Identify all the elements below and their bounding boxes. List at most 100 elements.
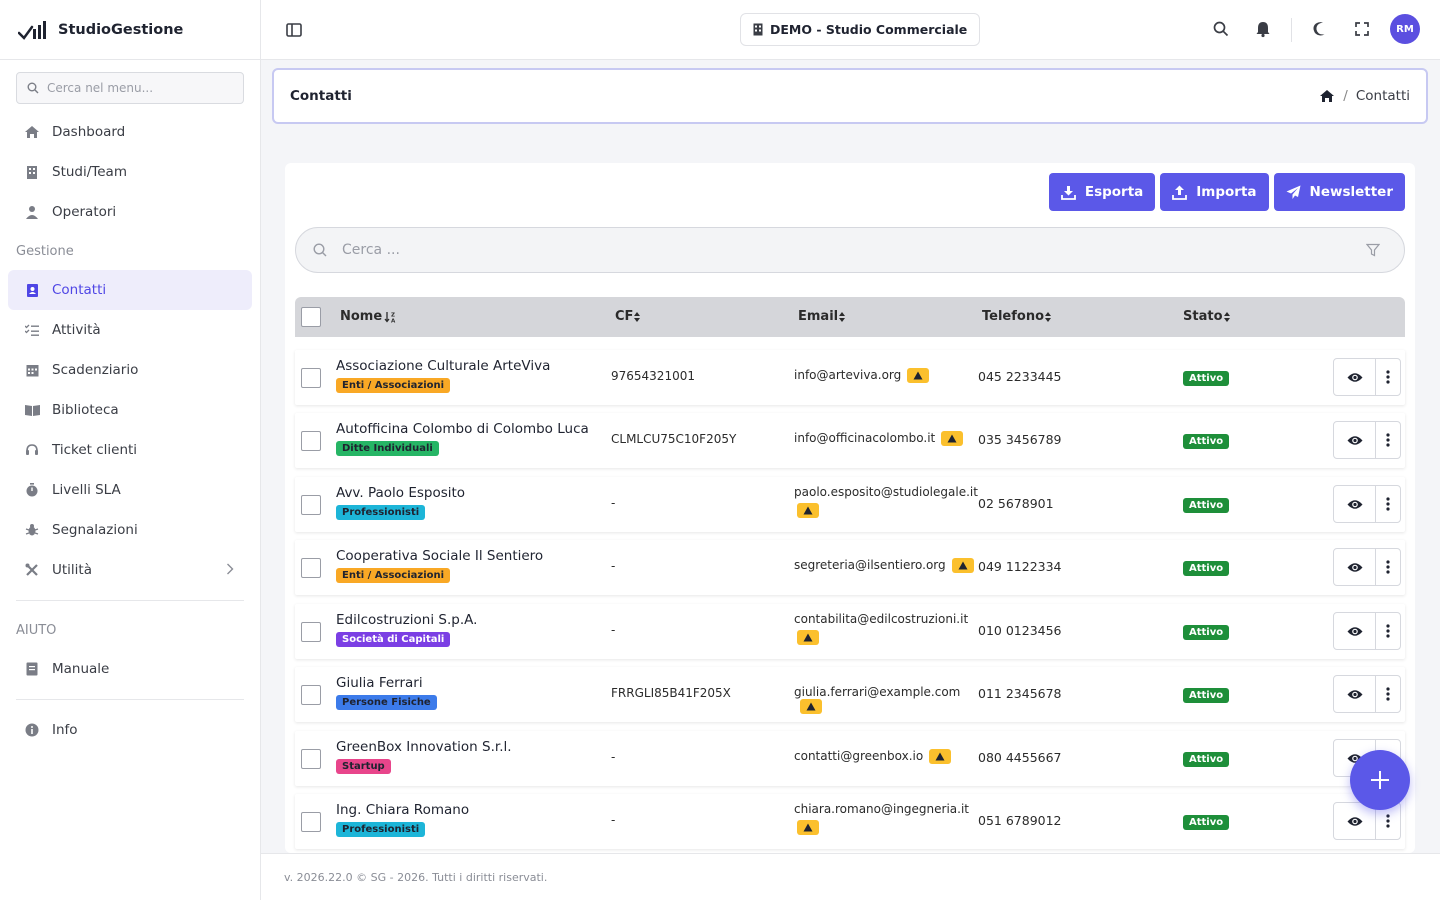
contact-name[interactable]: Avv. Paolo Esposito [336, 485, 465, 501]
manual-icon [24, 661, 40, 677]
home-icon[interactable] [1319, 89, 1335, 103]
paper-plane-icon [1286, 185, 1301, 199]
info-icon [24, 722, 40, 738]
section-aiuto: AIUTO [16, 622, 57, 638]
sidebar-item-scadenziario[interactable]: Scadenziario [8, 350, 252, 390]
contacts-search-input[interactable] [342, 242, 1322, 258]
column-header-name[interactable]: Nome ZA [340, 309, 398, 324]
contact-name[interactable]: Associazione Culturale ArteViva [336, 358, 550, 374]
calendar-icon [24, 362, 40, 378]
contact-name[interactable]: Autofficina Colombo di Colombo Luca [336, 421, 589, 437]
table-row[interactable]: Autofficina Colombo di Colombo Luca Ditt… [295, 413, 1405, 468]
phone-cell: 051 6789012 [978, 813, 1062, 828]
sidebar-item-info[interactable]: Info [8, 710, 252, 750]
add-contact-button[interactable] [1350, 750, 1410, 810]
sidebar-item-livelli-sla[interactable]: Livelli SLA [8, 470, 252, 510]
cf-cell: - [611, 496, 616, 510]
table-row[interactable]: Associazione Culturale ArteViva Enti / A… [295, 350, 1405, 405]
sidebar-item-operatori[interactable]: Operatori [8, 192, 252, 232]
row-checkbox[interactable] [301, 495, 321, 515]
table-row[interactable]: Ing. Chiara Romano Professionisti - chia… [295, 794, 1405, 849]
footer-text: v. 2026.22.0 © SG - 2026. Tutti i diritt… [284, 870, 548, 884]
building-icon [753, 23, 763, 36]
sidebar-item-studi-team[interactable]: Studi/Team [8, 152, 252, 192]
column-header-status[interactable]: Stato [1183, 309, 1231, 324]
kebab-menu-icon [1386, 687, 1390, 701]
topbar: DEMO - Studio Commerciale RM [261, 0, 1440, 60]
contact-name[interactable]: Cooperativa Sociale Il Sentiero [336, 548, 543, 564]
view-button[interactable] [1334, 549, 1376, 585]
menu-search-input[interactable] [47, 81, 227, 95]
more-options-button[interactable] [1376, 422, 1400, 458]
import-button[interactable]: Importa [1160, 173, 1269, 211]
contacts-search[interactable] [295, 227, 1405, 273]
contact-name[interactable]: Ing. Chiara Romano [336, 802, 469, 818]
row-checkbox[interactable] [301, 812, 321, 832]
bell-icon[interactable] [1254, 20, 1272, 38]
email-value: contatti@greenbox.io [794, 749, 924, 763]
contact-name[interactable]: Giulia Ferrari [336, 675, 437, 691]
filter-icon[interactable] [1366, 243, 1380, 257]
row-checkbox[interactable] [301, 558, 321, 578]
sidebar-item-contatti[interactable]: Contatti [8, 270, 252, 310]
contact-name[interactable]: Edilcostruzioni S.p.A. [336, 612, 477, 628]
row-checkbox[interactable] [301, 368, 321, 388]
column-header-email[interactable]: Email [798, 309, 846, 324]
menu-search[interactable] [16, 72, 244, 104]
avatar[interactable]: RM [1390, 14, 1420, 44]
sidebar-item-attivita[interactable]: Attività [8, 310, 252, 350]
sidebar-item-label: Dashboard [52, 124, 126, 140]
more-options-button[interactable] [1376, 549, 1400, 585]
email-cell: giulia.ferrari@example.com [794, 685, 974, 714]
email-value: info@arteviva.org [794, 368, 902, 382]
sidebar-item-manuale[interactable]: Manuale [8, 649, 252, 689]
moon-icon[interactable] [1311, 20, 1329, 38]
table-row[interactable]: Avv. Paolo Esposito Professionisti - pao… [295, 477, 1405, 532]
phone-cell: 035 3456789 [978, 432, 1062, 447]
row-checkbox[interactable] [301, 431, 321, 451]
more-options-button[interactable] [1376, 359, 1400, 395]
contact-name[interactable]: GreenBox Innovation S.r.l. [336, 739, 512, 755]
contact-card-icon [24, 282, 40, 298]
svg-text:A: A [391, 318, 396, 323]
view-button[interactable] [1334, 613, 1376, 649]
sidebar-item-utilita[interactable]: Utilità [8, 550, 252, 590]
brand[interactable]: StudioGestione [0, 0, 260, 60]
book-icon [24, 402, 40, 418]
more-options-button[interactable] [1376, 486, 1400, 522]
more-options-button[interactable] [1376, 676, 1400, 712]
cf-cell: - [611, 559, 616, 573]
sidebar-item-dashboard[interactable]: Dashboard [8, 112, 252, 152]
eye-icon [1347, 562, 1362, 572]
footer: v. 2026.22.0 © SG - 2026. Tutti i diritt… [261, 853, 1440, 900]
sidebar-item-ticket-clienti[interactable]: Ticket clienti [8, 430, 252, 470]
view-button[interactable] [1334, 422, 1376, 458]
table-row[interactable]: Edilcostruzioni S.p.A. Società di Capita… [295, 604, 1405, 659]
select-all-checkbox[interactable] [301, 307, 321, 327]
table-row[interactable]: Giulia Ferrari Persone Fisiche FRRGLI85B… [295, 667, 1405, 722]
email-value: contabilita@edilcostruzioni.it [794, 612, 969, 626]
category-tag: Startup [336, 759, 391, 774]
column-header-phone[interactable]: Telefono [982, 309, 1052, 324]
studio-name: DEMO - Studio Commerciale [770, 22, 968, 37]
row-checkbox[interactable] [301, 622, 321, 642]
studio-selector[interactable]: DEMO - Studio Commerciale [740, 13, 981, 46]
table-row[interactable]: GreenBox Innovation S.r.l. Startup - con… [295, 731, 1405, 786]
view-button[interactable] [1334, 359, 1376, 395]
fullscreen-icon[interactable] [1353, 20, 1371, 38]
row-checkbox[interactable] [301, 685, 321, 705]
sidebar-item-segnalazioni[interactable]: Segnalazioni [8, 510, 252, 550]
export-button[interactable]: Esporta [1048, 173, 1156, 211]
more-options-button[interactable] [1376, 613, 1400, 649]
email-cell: info@officinacolombo.it [794, 431, 974, 446]
sidebar-toggle-icon[interactable] [285, 21, 303, 39]
table-row[interactable]: Cooperativa Sociale Il Sentiero Enti / A… [295, 540, 1405, 595]
view-button[interactable] [1334, 676, 1376, 712]
sidebar-item-biblioteca[interactable]: Biblioteca [8, 390, 252, 430]
newsletter-button[interactable]: Newsletter [1273, 173, 1405, 211]
row-checkbox[interactable] [301, 749, 321, 769]
user-icon [24, 204, 40, 220]
view-button[interactable] [1334, 486, 1376, 522]
column-header-cf[interactable]: CF [615, 309, 641, 324]
search-icon[interactable] [1212, 20, 1230, 38]
